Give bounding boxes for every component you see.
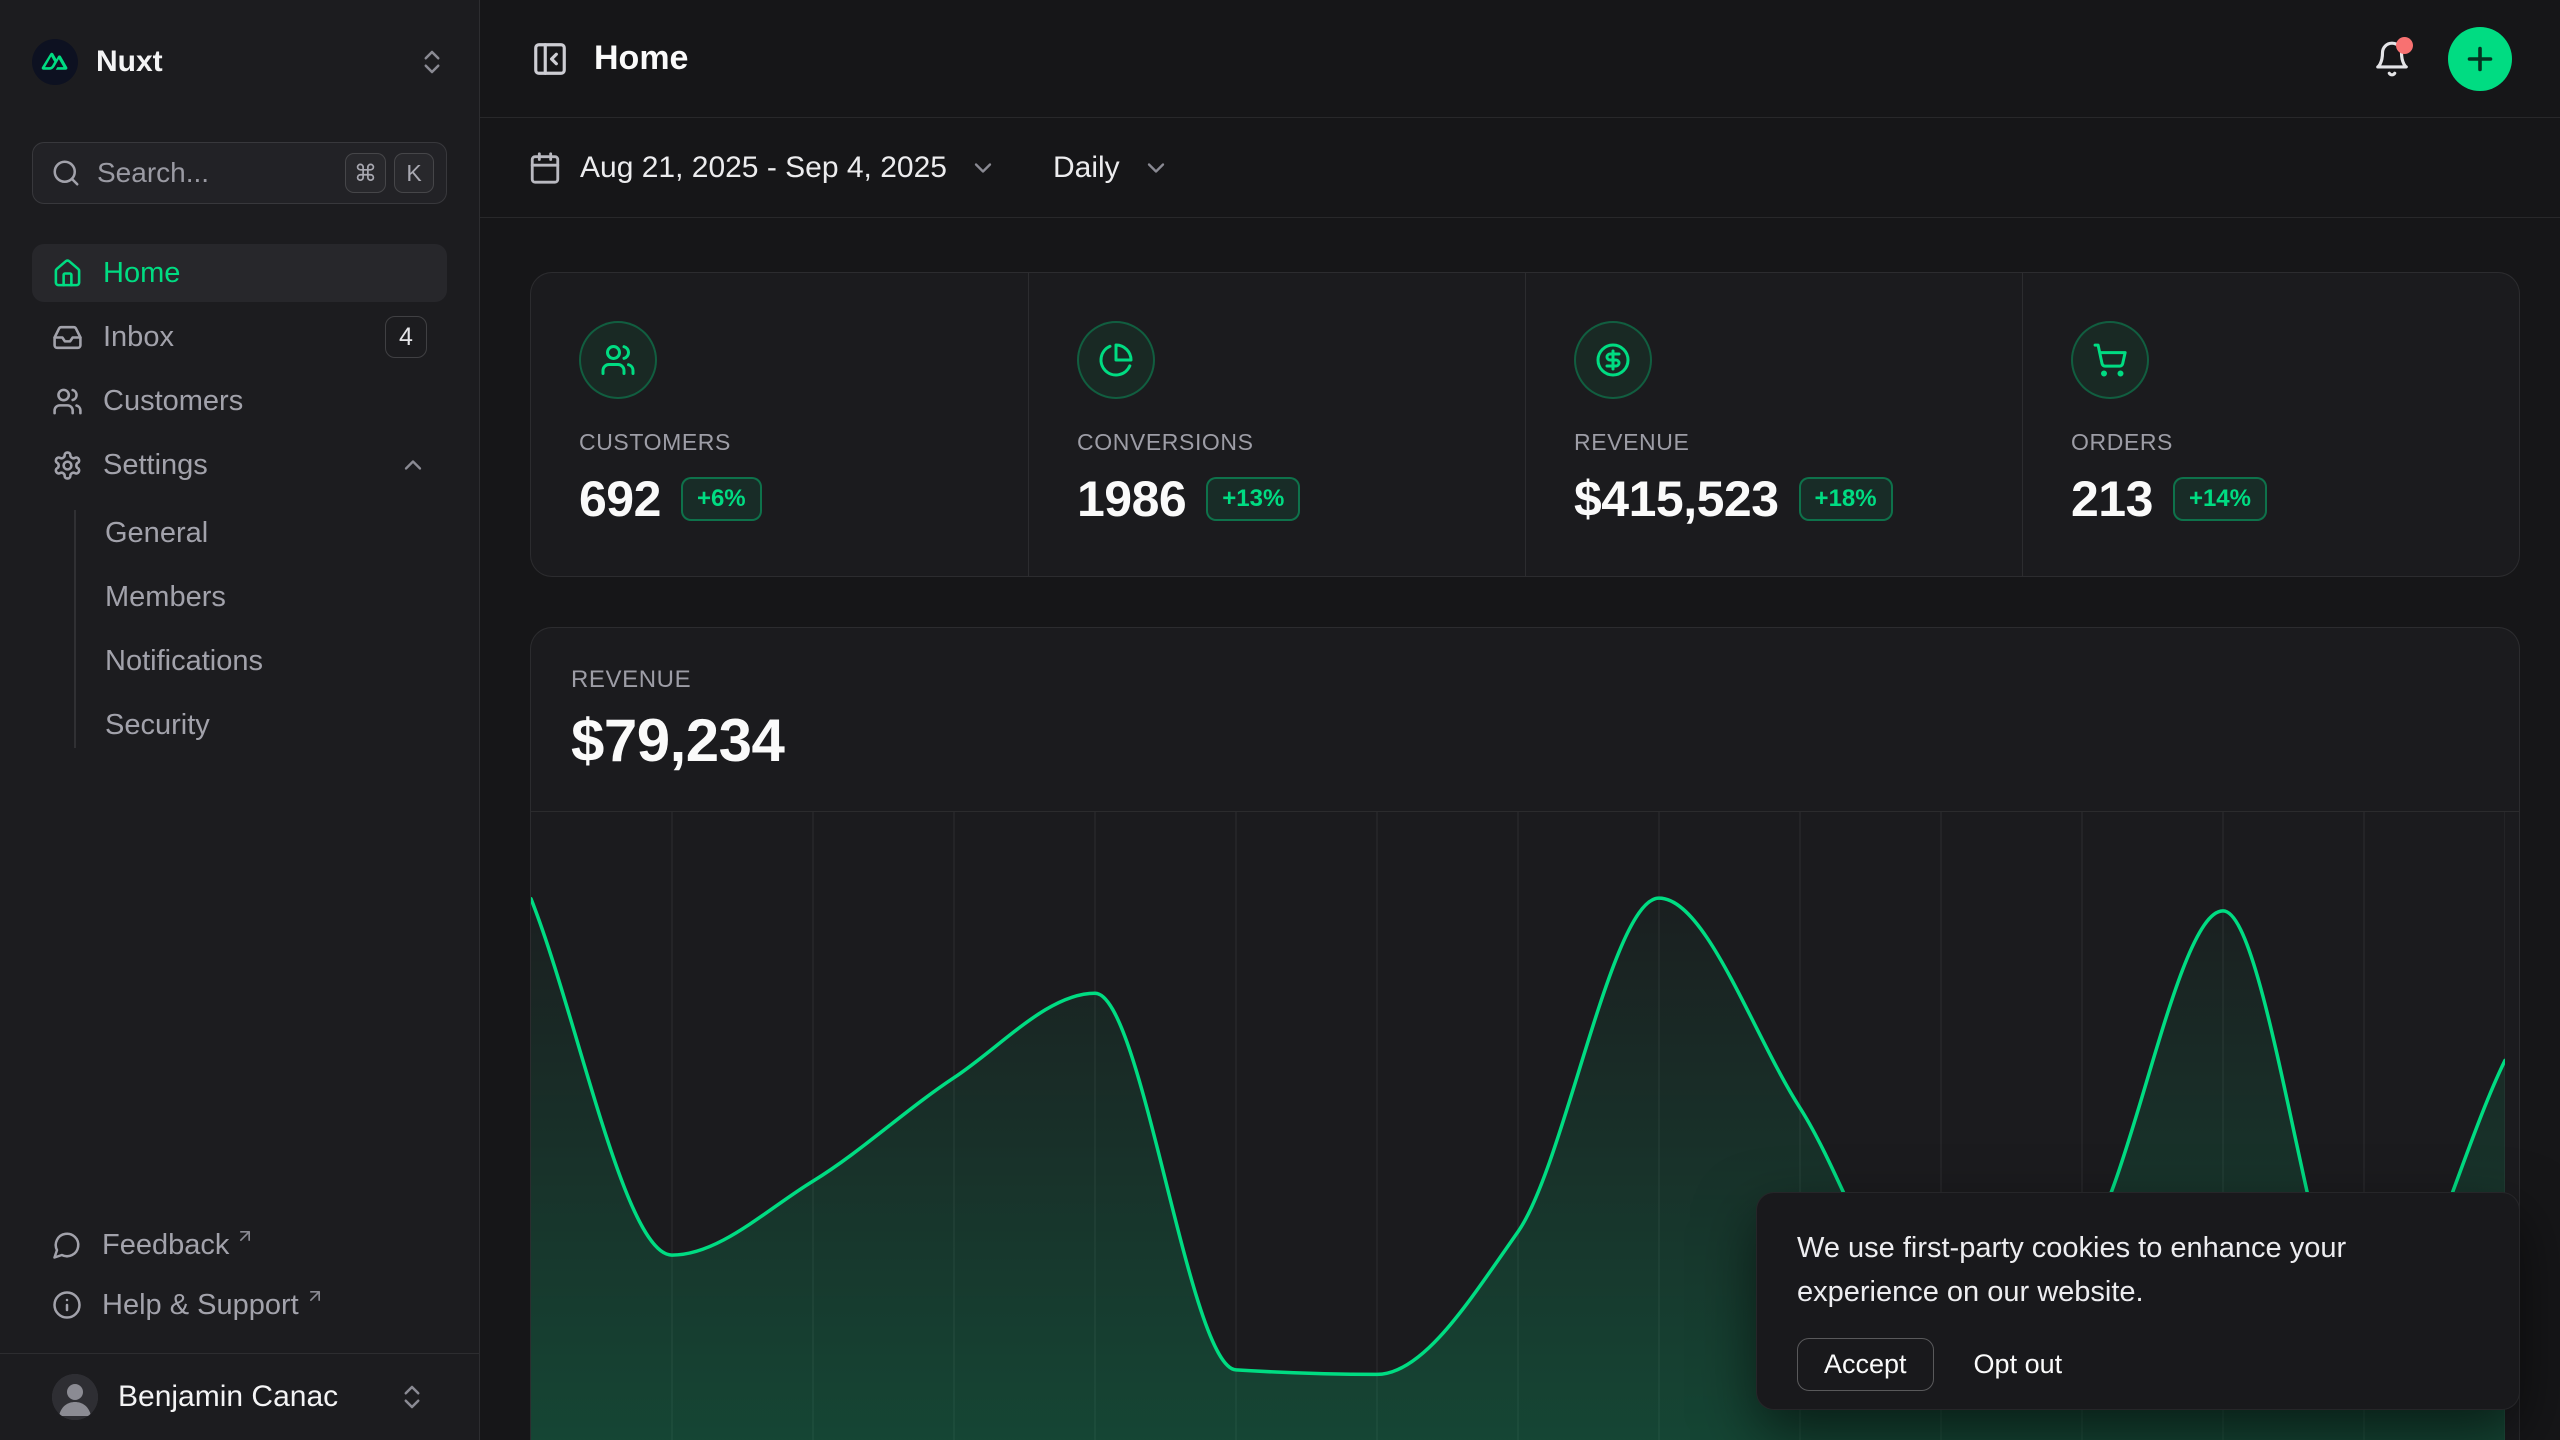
avatar (52, 1374, 98, 1420)
arrow-up-right-icon (235, 1226, 255, 1246)
gear-icon (52, 450, 83, 481)
team-name: Nuxt (96, 45, 417, 79)
chevron-down-icon (1142, 154, 1170, 182)
calendar-icon (528, 151, 562, 185)
toolbar: Aug 21, 2025 - Sep 4, 2025 Daily (480, 118, 2560, 218)
chevron-up-icon (399, 451, 427, 479)
arrow-up-right-icon (305, 1286, 325, 1306)
granularity-select[interactable]: Daily (1053, 151, 1170, 185)
sidebar: Nuxt Search... ⌘ K Home Inbox 4 (0, 0, 480, 1440)
sidebar-item-customers[interactable]: Customers (32, 372, 447, 430)
feedback-link[interactable]: Feedback (32, 1215, 447, 1275)
sub-item-label: Notifications (105, 645, 263, 678)
stat-label: CONVERSIONS (1077, 429, 1477, 456)
stat-revenue: REVENUE $415,523 +18% (1525, 273, 2022, 576)
page-header: Home (480, 0, 2560, 118)
sidebar-spacer (0, 754, 479, 1215)
revenue-chart-label: REVENUE (571, 666, 2479, 694)
stat-delta-badge: +13% (1206, 477, 1300, 521)
sidebar-item-inbox[interactable]: Inbox 4 (32, 308, 447, 366)
users-icon (52, 386, 83, 417)
date-range-picker[interactable]: Aug 21, 2025 - Sep 4, 2025 (528, 151, 997, 185)
home-icon (52, 258, 83, 289)
sidebar-collapse-button[interactable] (528, 37, 572, 81)
circle-dollar-icon (1574, 321, 1652, 399)
search-input[interactable]: Search... ⌘ K (32, 142, 447, 204)
granularity-label: Daily (1053, 151, 1120, 185)
add-button[interactable] (2448, 27, 2512, 91)
stat-customers: CUSTOMERS 692 +6% (531, 273, 1028, 576)
sidebar-item-general[interactable]: General (105, 504, 447, 562)
panel-left-close-icon (531, 40, 569, 78)
cookie-message: We use first-party cookies to enhance yo… (1797, 1227, 2437, 1314)
stats-card: CUSTOMERS 692 +6% CONVERSIONS 1986 +13% (530, 272, 2520, 577)
kbd-k: K (394, 153, 434, 193)
page-title: Home (594, 39, 2366, 78)
search-icon (51, 158, 81, 188)
info-icon (52, 1290, 82, 1320)
sidebar-nav: Home Inbox 4 Customers Settings Ge (32, 244, 447, 754)
sub-item-label: General (105, 517, 208, 550)
revenue-chart-value: $79,234 (571, 706, 2479, 775)
sidebar-item-settings[interactable]: Settings (32, 436, 447, 494)
chevron-down-icon (969, 154, 997, 182)
accept-button[interactable]: Accept (1797, 1338, 1934, 1391)
stat-conversions: CONVERSIONS 1986 +13% (1028, 273, 1525, 576)
users-icon (579, 321, 657, 399)
user-menu[interactable]: Benjamin Canac (0, 1354, 479, 1440)
sidebar-item-label: Customers (103, 385, 427, 418)
date-range-label: Aug 21, 2025 - Sep 4, 2025 (580, 151, 947, 185)
opt-out-button[interactable]: Opt out (1974, 1349, 2063, 1380)
stat-value: 213 (2071, 470, 2153, 528)
stat-value: $415,523 (1574, 470, 1779, 528)
sidebar-item-label: Inbox (103, 321, 385, 354)
inbox-icon (52, 322, 83, 353)
cookie-banner: We use first-party cookies to enhance yo… (1756, 1192, 2520, 1410)
sidebar-item-security[interactable]: Security (105, 696, 447, 754)
stat-label: CUSTOMERS (579, 429, 980, 456)
sidebar-item-label: Settings (103, 449, 399, 482)
pie-chart-icon (1077, 321, 1155, 399)
settings-submenu: General Members Notifications Security (32, 504, 447, 754)
inbox-count-badge: 4 (385, 316, 427, 358)
sub-item-label: Members (105, 581, 226, 614)
notifications-button[interactable] (2366, 33, 2418, 85)
message-circle-icon (52, 1230, 82, 1260)
help-support-label: Help & Support (102, 1289, 299, 1322)
sidebar-item-members[interactable]: Members (105, 568, 447, 626)
stat-delta-badge: +14% (2173, 477, 2267, 521)
plus-icon (2462, 41, 2498, 77)
stat-value: 692 (579, 470, 661, 528)
stat-delta-badge: +18% (1799, 477, 1893, 521)
sidebar-item-home[interactable]: Home (32, 244, 447, 302)
nuxt-logo (32, 39, 78, 85)
kbd-meta: ⌘ (345, 153, 386, 193)
chevrons-up-down-icon (417, 47, 447, 77)
sidebar-item-notifications[interactable]: Notifications (105, 632, 447, 690)
chevrons-up-down-icon (397, 1382, 427, 1412)
stat-label: REVENUE (1574, 429, 1974, 456)
shopping-cart-icon (2071, 321, 2149, 399)
sidebar-bottom-links: Feedback Help & Support (0, 1215, 479, 1335)
team-switcher[interactable]: Nuxt (32, 34, 447, 90)
notification-dot (2396, 37, 2413, 54)
feedback-label: Feedback (102, 1229, 229, 1262)
stat-delta-badge: +6% (681, 477, 762, 521)
search-placeholder: Search... (97, 157, 337, 189)
help-support-link[interactable]: Help & Support (32, 1275, 447, 1335)
sidebar-item-label: Home (103, 257, 427, 290)
stat-value: 1986 (1077, 470, 1186, 528)
sub-item-label: Security (105, 709, 210, 742)
stat-label: ORDERS (2071, 429, 2471, 456)
sidebar-top: Nuxt Search... ⌘ K Home Inbox 4 (0, 0, 479, 754)
user-name: Benjamin Canac (118, 1380, 397, 1414)
stat-orders: ORDERS 213 +14% (2022, 273, 2519, 576)
